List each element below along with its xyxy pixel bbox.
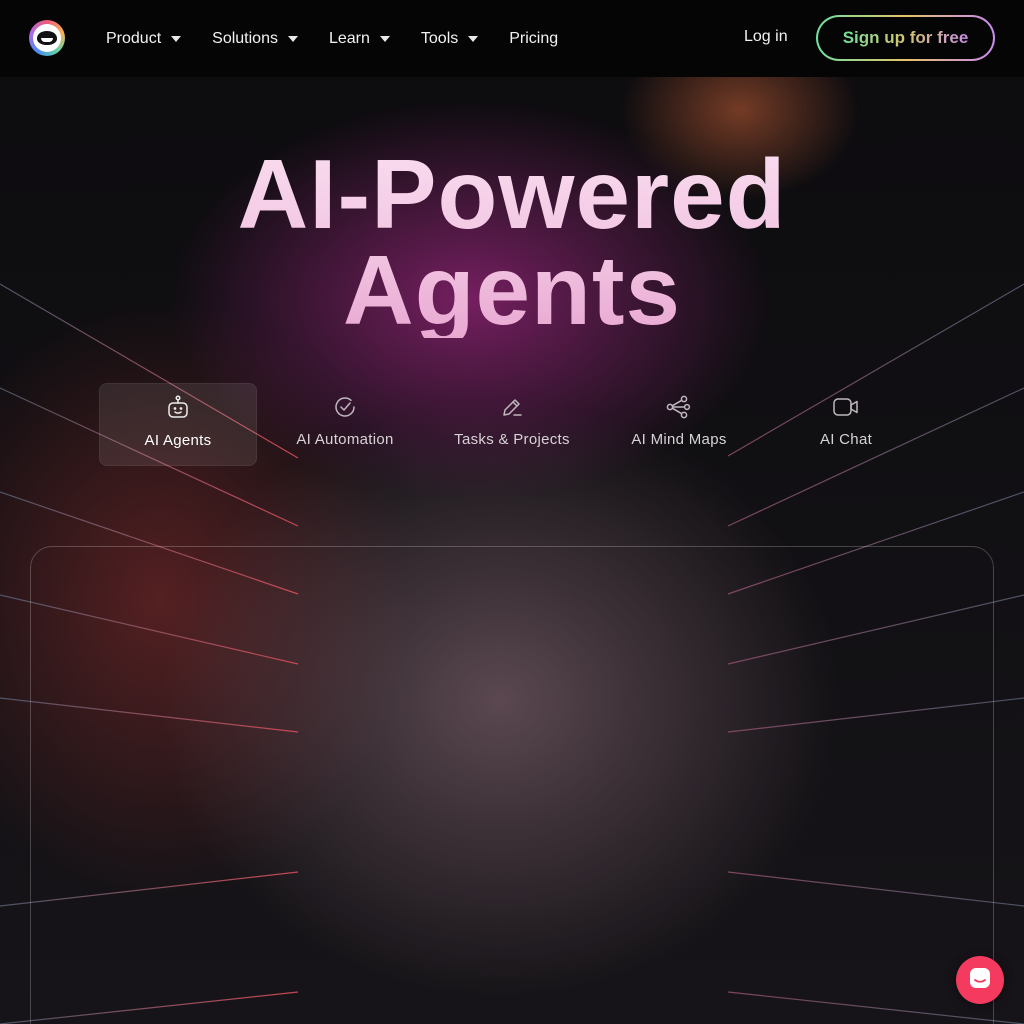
nav-item-solutions[interactable]: Solutions	[212, 30, 298, 48]
tab-tasks-projects[interactable]: Tasks & Projects	[433, 383, 591, 466]
top-navbar: Product Solutions Learn Tools Pricing Lo…	[0, 0, 1024, 77]
nav-item-tools[interactable]: Tools	[420, 29, 479, 48]
share-nodes-icon	[666, 394, 692, 420]
tab-ai-automation[interactable]: AI Automation	[266, 383, 424, 466]
chevron-down-icon	[379, 35, 390, 42]
signup-button[interactable]: Sign up for free	[816, 15, 995, 61]
chat-launcher-button[interactable]	[956, 956, 1004, 1004]
nav-item-label: Tools	[420, 29, 459, 47]
hero-title-line1: AI-Powered	[237, 139, 787, 249]
chevron-down-icon	[468, 35, 479, 42]
nav-item-label: Learn	[328, 29, 370, 47]
tab-ai-mind-maps[interactable]: AI Mind Maps	[600, 383, 758, 466]
nav-item-pricing[interactable]: Pricing	[509, 30, 558, 48]
chat-icon	[968, 966, 992, 995]
page: Product Solutions Learn Tools Pricing Lo…	[0, 0, 1024, 1024]
video-icon	[832, 394, 860, 420]
nav-item-label: Solutions	[212, 29, 278, 47]
tab-label: Tasks & Projects	[454, 431, 570, 448]
tab-ai-agents[interactable]: AI Agents	[99, 383, 257, 466]
tab-label: AI Agents	[144, 432, 212, 449]
main-nav: Product Solutions Learn Tools Pricing	[106, 0, 589, 77]
hero-title: AI-Powered Agents	[0, 146, 1024, 338]
nav-item-label: Pricing	[509, 29, 559, 47]
demo-preview-card	[30, 546, 994, 1024]
brand-logo[interactable]	[29, 20, 65, 56]
chevron-down-icon	[171, 35, 182, 42]
tab-label: AI Automation	[296, 431, 394, 448]
tab-ai-chat[interactable]: AI Chat	[767, 383, 925, 466]
hero-title-line2: Agents	[342, 235, 682, 345]
tab-label: AI Mind Maps	[631, 431, 727, 448]
tab-label: AI Chat	[819, 431, 873, 448]
signup-button-label: Sign up for free	[842, 28, 969, 47]
nav-item-label: Product	[106, 29, 162, 47]
feature-tabs: AI Agents AI Automation Tasks & Projects	[99, 383, 934, 466]
chevron-down-icon	[287, 35, 298, 42]
check-circle-icon	[333, 394, 357, 420]
nav-item-product[interactable]: Product	[106, 29, 182, 48]
robot-icon	[166, 395, 190, 421]
pencil-icon	[500, 394, 524, 420]
login-link[interactable]: Log in	[744, 28, 788, 46]
logo-mascot-icon	[33, 24, 61, 52]
nav-item-learn[interactable]: Learn	[329, 30, 390, 48]
